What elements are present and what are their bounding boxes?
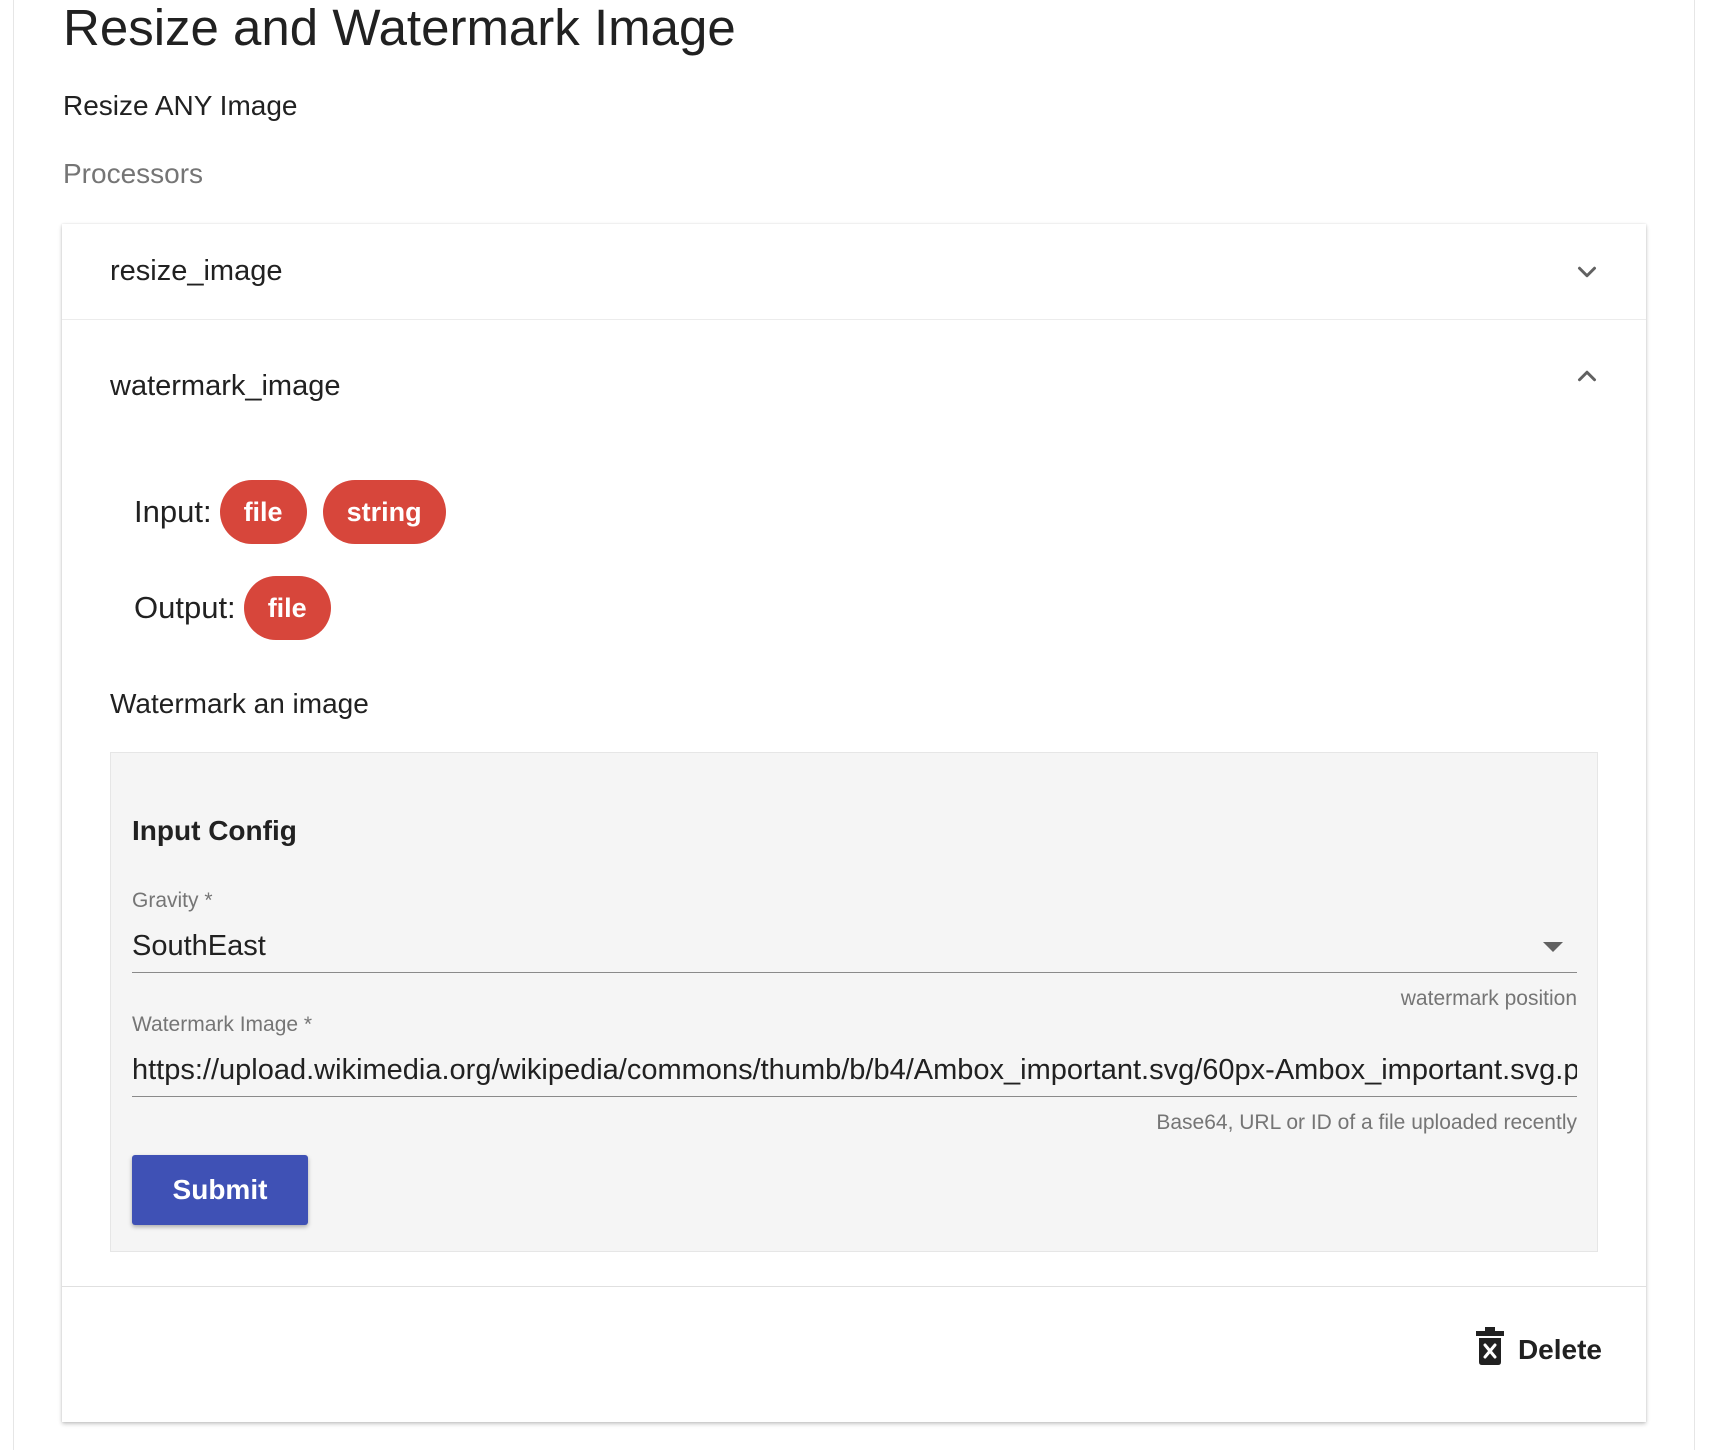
input-config-form: Input Config Gravity * SouthEast waterma… — [110, 752, 1598, 1252]
watermark-image-helper-text: Base64, URL or ID of a file uploaded rec… — [1156, 1111, 1577, 1134]
processors-label: Processors — [63, 158, 204, 189]
watermark-image-control — [132, 1045, 1577, 1097]
trash-icon — [1475, 1327, 1504, 1372]
gravity-value: SouthEast — [132, 930, 266, 962]
watermark-image-input[interactable] — [132, 1054, 1577, 1087]
delete-button[interactable]: Delete — [1475, 1327, 1602, 1372]
panel-title-watermark-image: watermark_image — [110, 369, 341, 402]
processor-description: Watermark an image — [110, 688, 369, 719]
input-chip-file: file — [219, 480, 307, 544]
chevron-up-icon[interactable] — [1572, 361, 1602, 391]
gravity-field: Gravity * SouthEast — [132, 889, 1577, 973]
output-types-row: Output: file — [134, 576, 331, 640]
page-title: Resize and Watermark Image — [63, 0, 736, 56]
gravity-helper-text: watermark position — [1400, 987, 1577, 1010]
config-title: Input Config — [132, 815, 297, 846]
watermark-image-field: Watermark Image * — [132, 1013, 1577, 1097]
panel-header-watermark-image[interactable]: watermark_image — [62, 320, 1646, 452]
input-chip-string: string — [322, 480, 446, 544]
input-types-row: Input: file string — [134, 480, 446, 544]
output-chip-file: file — [243, 576, 331, 640]
gravity-label: Gravity * — [132, 889, 213, 912]
page-container: Resize and Watermark Image Resize ANY Im… — [14, 0, 1694, 1450]
dropdown-arrow-icon — [1543, 941, 1563, 952]
chevron-down-icon[interactable] — [1572, 257, 1602, 287]
delete-label: Delete — [1517, 1333, 1602, 1365]
watermark-image-label: Watermark Image * — [132, 1013, 313, 1036]
card-footer: Delete — [62, 1286, 1646, 1422]
page-subtitle: Resize ANY Image — [63, 90, 298, 121]
output-label: Output: — [134, 590, 236, 625]
panel-header-resize-image[interactable]: resize_image — [62, 224, 1646, 320]
panel-title-resize-image: resize_image — [110, 255, 283, 287]
processors-card: resize_image watermark_image Input: file… — [62, 224, 1646, 1422]
submit-button[interactable]: Submit — [132, 1155, 308, 1225]
gravity-select[interactable]: SouthEast — [132, 921, 1577, 973]
input-label: Input: — [134, 494, 212, 529]
